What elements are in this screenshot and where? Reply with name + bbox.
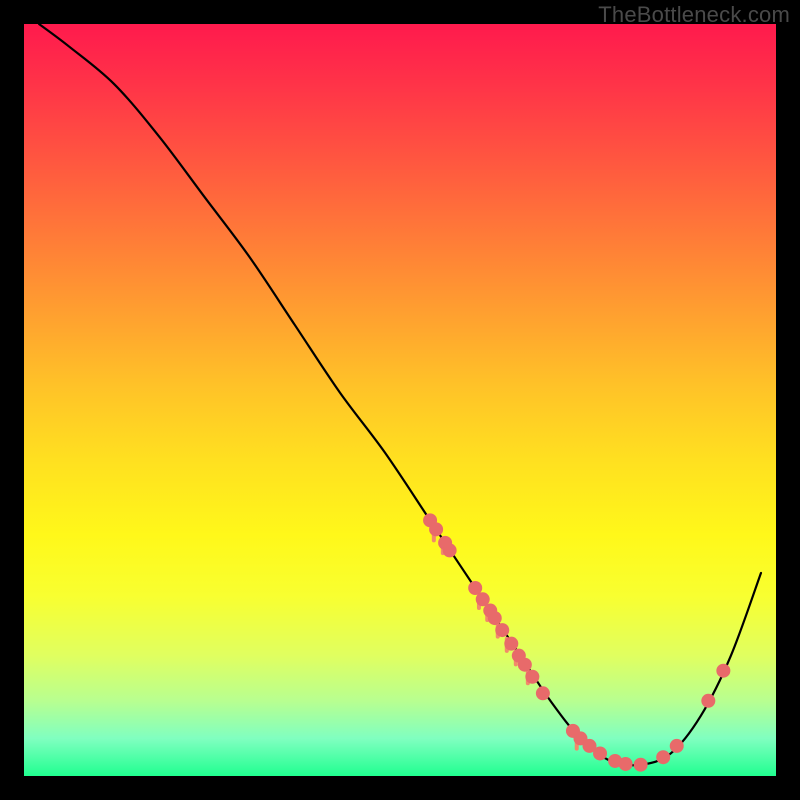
data-point-dot: [488, 611, 502, 625]
data-point-dot: [656, 750, 670, 764]
data-point-dot: [443, 543, 457, 557]
data-point-dot: [634, 758, 648, 772]
data-point-dot: [536, 686, 550, 700]
data-point-dot: [716, 664, 730, 678]
data-point-dot: [504, 637, 518, 651]
data-point-dot: [525, 670, 539, 684]
data-point-dot: [518, 658, 532, 672]
data-point-dot: [701, 694, 715, 708]
data-point-dot: [495, 623, 509, 637]
watermark-text: TheBottleneck.com: [598, 2, 790, 28]
curve-data-points: [423, 513, 730, 771]
curve-tick-marks: [432, 526, 579, 750]
data-point-dot: [670, 739, 684, 753]
data-point-dot: [429, 522, 443, 536]
bottleneck-curve: [39, 24, 761, 765]
chart-gradient-frame: [24, 24, 776, 776]
bottleneck-curve-plot: [24, 24, 776, 776]
data-point-dot: [619, 757, 633, 771]
data-point-dot: [593, 746, 607, 760]
